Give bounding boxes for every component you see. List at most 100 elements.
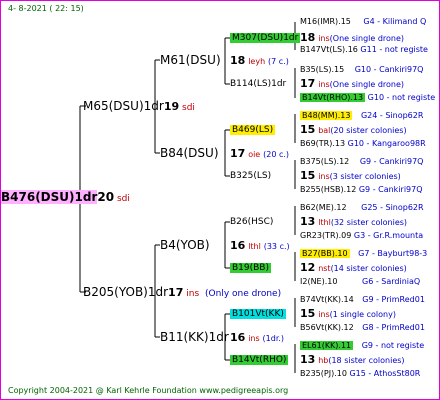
gen4-ref: G10 - not registe <box>367 93 436 102</box>
gen1-year: 19 <box>163 100 180 113</box>
gen4-node-2[interactable]: B35(LS).15 G10 - Cankiri97Q <box>300 64 423 76</box>
gen3-note: bal <box>318 126 331 135</box>
gen3-extra: (3 sister colonies) <box>329 172 401 181</box>
gen3-label: B114(LS)1dr <box>230 79 287 89</box>
gen3-node-6[interactable]: B101Vt(KK) <box>230 308 286 320</box>
gen4-label: B48(MM).13 <box>300 111 353 120</box>
gen3-info-1: 17 ins(One single drone) <box>300 78 404 91</box>
gen4-label: B375(LS).12 <box>300 157 350 166</box>
gen2-year: 18 <box>230 54 246 67</box>
gen4-label: B14Vt(RHO).13 <box>300 93 366 102</box>
gen3-info-7: 13 hb(18 sister colonies) <box>300 354 405 367</box>
gen2-label: B11(KK)1dr <box>160 330 229 344</box>
gen4-node-14[interactable]: EL61(KK).11 G9 - not registe <box>300 340 424 352</box>
gen4-ref: G9 - not registe <box>361 341 425 350</box>
gen4-ref: G6 - SardiniaQ <box>362 277 421 286</box>
gen4-ref: G10 - Kangaroo98R <box>347 139 426 148</box>
gen2-year: 17 <box>230 147 246 160</box>
gen3-label: M307(DSU)1dr <box>230 33 301 43</box>
gen3-year: 13 <box>300 353 316 366</box>
gen2-extra: (1dr.) <box>262 334 285 343</box>
gen3-note: ins <box>318 34 330 43</box>
gen2-node-3[interactable]: B11(KK)1dr <box>160 331 229 345</box>
gen4-label: B27(BB).10 <box>300 249 350 258</box>
gen3-year: 12 <box>300 261 316 274</box>
gen3-node-2[interactable]: B469(LS) <box>230 124 276 136</box>
gen4-node-7[interactable]: B255(HSB).12 G9 - Cankiri97Q <box>300 184 423 196</box>
gen4-ref: G24 - Sinop62R <box>360 111 424 120</box>
gen4-ref: G25 - Sinop62R <box>361 203 424 212</box>
gen3-year: 15 <box>300 123 316 136</box>
gen1-node-1[interactable]: B205(YOB)1dr17 ins (Only one drone) <box>83 286 281 300</box>
gen3-extra: (14 sister colonies) <box>330 264 407 273</box>
gen3-label: B325(LS) <box>230 171 272 181</box>
gen4-node-11[interactable]: I2(NE).10 G6 - SardiniaQ <box>300 276 420 288</box>
root-node[interactable]: B476(DSU)1dr20 sdi <box>1 190 130 205</box>
gen4-label: B74Vt(KK).14 <box>300 295 354 304</box>
gen3-note: ins <box>318 310 330 319</box>
gen4-node-13[interactable]: B56Vt(KK).12 G8 - PrimRed01 <box>300 322 425 334</box>
gen1-label: B205(YOB)1dr <box>83 285 169 299</box>
gen3-extra: (One single drone) <box>329 34 405 43</box>
gen4-ref: G3 - Gr.R.mounta <box>353 231 424 240</box>
gen4-label: GR23(TR).09 <box>300 231 352 240</box>
gen4-ref: G4 - Kilimand Q <box>363 17 427 26</box>
gen1-label: M65(DSU)1dr <box>83 99 164 113</box>
gen4-label: B255(HSB).12 <box>300 185 357 194</box>
gen3-extra: (One single drone) <box>329 80 405 89</box>
gen3-node-0[interactable]: M307(DSU)1dr <box>230 32 301 44</box>
gen2-label: M61(DSU) <box>160 53 221 67</box>
gen4-node-4[interactable]: B48(MM).13 G24 - Sinop62R <box>300 110 423 122</box>
gen3-label: B14Vt(RHO) <box>230 355 289 365</box>
gen4-node-9[interactable]: GR23(TR).09 G3 - Gr.R.mounta <box>300 230 423 242</box>
gen3-extra: (18 sister colonies) <box>328 356 405 365</box>
gen2-note: leyh <box>248 57 266 66</box>
gen4-node-5[interactable]: B69(TR).13 G10 - Kangaroo98R <box>300 138 426 150</box>
date-stamp: 4- 8-2021 ( 22: 15) <box>8 4 84 13</box>
gen4-label: I2(NE).10 <box>300 277 338 286</box>
gen4-node-12[interactable]: B74Vt(KK).14 G9 - PrimRed01 <box>300 294 425 306</box>
gen2-node-0[interactable]: M61(DSU) <box>160 54 221 68</box>
gen4-node-10[interactable]: B27(BB).10 G7 - Bayburt98-3 <box>300 248 427 260</box>
gen4-node-1[interactable]: B147Vt(LS).16 G11 - not registe <box>300 44 428 56</box>
gen4-label: B56Vt(KK).12 <box>300 323 354 332</box>
gen2-info-0: 18 leyh (7 c.) <box>230 55 289 68</box>
gen3-info-4: 13 lthl(32 sister colonies) <box>300 216 407 229</box>
gen3-year: 15 <box>300 169 316 182</box>
gen4-node-15[interactable]: B235(PJ).10 G15 - AthosSt80R <box>300 368 420 380</box>
gen4-label: B235(PJ).10 <box>300 369 347 378</box>
gen3-extra: (32 sister colonies) <box>330 218 408 227</box>
gen4-node-8[interactable]: B62(ME).12 G25 - Sinop62R <box>300 202 424 214</box>
gen3-year: 18 <box>300 31 316 44</box>
gen4-node-6[interactable]: B375(LS).12 G9 - Cankiri97Q <box>300 156 423 168</box>
gen4-ref: G7 - Bayburt98-3 <box>358 249 428 258</box>
gen1-note: sdi <box>182 103 195 113</box>
gen3-node-4[interactable]: B26(HSC) <box>230 216 273 228</box>
root-year: 20 <box>97 190 115 204</box>
gen3-info-5: 12 nst(14 sister colonies) <box>300 262 407 275</box>
root-note: sdi <box>116 194 130 204</box>
gen2-node-2[interactable]: B4(YOB) <box>160 239 210 253</box>
gen2-label: B4(YOB) <box>160 238 210 252</box>
gen2-node-1[interactable]: B84(DSU) <box>160 147 219 161</box>
gen3-info-2: 15 bal(20 sister colonies) <box>300 124 407 137</box>
gen2-info-1: 17 oie (20 c.) <box>230 148 289 161</box>
gen3-label: B469(LS) <box>230 125 276 135</box>
gen3-year: 13 <box>300 215 316 228</box>
gen4-node-3[interactable]: B14Vt(RHO).13 G10 - not registe <box>300 92 435 104</box>
gen2-note: oie <box>248 150 261 159</box>
gen3-node-7[interactable]: B14Vt(RHO) <box>230 354 289 366</box>
gen1-node-0[interactable]: M65(DSU)1dr19 sdi <box>83 100 195 114</box>
gen3-node-1[interactable]: B114(LS)1dr <box>230 78 286 90</box>
gen3-node-5[interactable]: B19(BB) <box>230 262 271 274</box>
gen4-label: B62(ME).12 <box>300 203 347 212</box>
gen4-ref: G9 - Cankiri97Q <box>359 157 424 166</box>
gen3-node-3[interactable]: B325(LS) <box>230 170 271 182</box>
gen4-node-0[interactable]: M16(IMR).15 G4 - Kilimand Q <box>300 16 426 28</box>
gen3-note: lthl <box>318 218 331 227</box>
gen3-note: ins <box>318 172 330 181</box>
gen2-info-2: 16 lthl (33 c.) <box>230 240 290 253</box>
gen2-extra: (33 c.) <box>263 242 290 251</box>
gen1-extra: (Only one drone) <box>205 289 282 299</box>
gen2-extra: (7 c.) <box>268 57 289 66</box>
